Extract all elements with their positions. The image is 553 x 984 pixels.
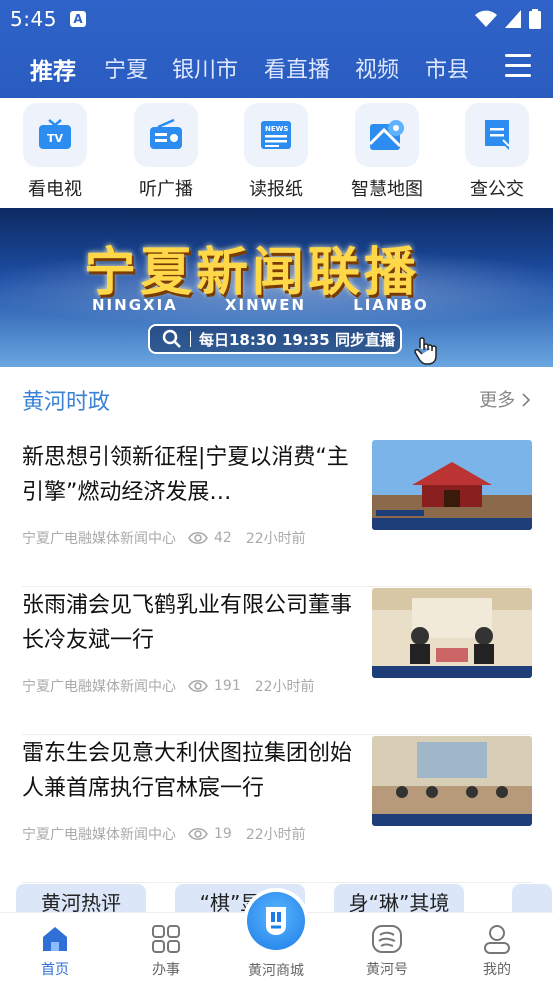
topic-card[interactable]: [512, 884, 552, 914]
news-views: 191: [214, 678, 241, 694]
news-source: 宁夏广电融媒体新闻中心: [22, 531, 176, 547]
banner-title: 宁夏新闻联播: [84, 243, 421, 303]
news-headline: 张雨浦会见飞鹤乳业有限公司董事长冷友斌一行: [22, 593, 353, 653]
news-time: 22小时前: [245, 531, 306, 547]
news-time: 22小时前: [245, 827, 306, 843]
news-source: 宁夏广电融媒体新闻中心: [22, 679, 176, 695]
tab-video[interactable]: 视频: [355, 52, 399, 84]
news-headline: 新思想引领新征程|宁夏以消费“主引擎”燃动经济发展…: [22, 445, 349, 505]
svg-text:NEWS: NEWS: [265, 125, 288, 133]
news-source: 宁夏广电融媒体新闻中心: [22, 827, 176, 843]
more-link[interactable]: 更多: [479, 386, 531, 412]
news-views: 19: [214, 826, 232, 842]
system-icons: [475, 9, 541, 29]
section-header: 黄河时政 更多: [0, 370, 553, 425]
menu-icon[interactable]: [505, 54, 531, 80]
quick-tv-label: 看电视: [28, 179, 82, 200]
section-title: 黄河时政: [22, 390, 111, 415]
newspaper-icon: NEWS: [244, 103, 308, 167]
battery-icon: [529, 9, 541, 29]
quick-map-label: 智慧地图: [351, 179, 423, 200]
news-thumbnail: [372, 736, 532, 826]
quick-map[interactable]: 智慧地图: [342, 103, 432, 201]
profile-icon: [484, 925, 510, 954]
news-meta: 宁夏广电融媒体新闻中心 42 22小时前: [22, 528, 306, 548]
bus-icon: [465, 103, 529, 167]
nav-home[interactable]: 首页: [15, 923, 95, 979]
news-item[interactable]: 雷东生会见意大利伏图拉集团创始人兼首席执行官林宸一行 宁夏广电融媒体新闻中心 1…: [22, 736, 532, 883]
news-meta: 宁夏广电融媒体新闻中心 19 22小时前: [22, 824, 306, 844]
eye-icon: [188, 679, 208, 693]
nav-services-label: 办事: [152, 962, 180, 978]
news-meta: 宁夏广电融媒体新闻中心 191 22小时前: [22, 676, 315, 696]
quick-tv[interactable]: TV 看电视: [10, 103, 100, 201]
nav-yellow-river-account[interactable]: 黄河号: [347, 923, 427, 979]
nav-yellow-river-account-label: 黄河号: [366, 962, 408, 978]
news-time: 22小时前: [254, 679, 315, 695]
channel-tabs: 推荐 宁夏 银川市 看直播 视频 市县: [0, 40, 553, 98]
tab-yinchuan[interactable]: 银川市: [172, 52, 238, 84]
map-icon: [355, 103, 419, 167]
tab-ningxia[interactable]: 宁夏: [104, 52, 148, 84]
topic-card[interactable]: 身“琳”其境: [334, 884, 464, 914]
nav-profile[interactable]: 我的: [457, 923, 537, 979]
quick-radio[interactable]: 听广播: [121, 103, 211, 201]
news-item[interactable]: 新思想引领新征程|宁夏以消费“主引擎”燃动经济发展… 宁夏广电融媒体新闻中心 4…: [22, 440, 532, 587]
news-item[interactable]: 张雨浦会见飞鹤乳业有限公司董事长冷友斌一行 宁夏广电融媒体新闻中心 191 22…: [22, 588, 532, 735]
nav-mall[interactable]: [247, 892, 305, 950]
mall-icon: [266, 907, 286, 935]
nav-mall-label: 黄河商城: [248, 963, 304, 979]
topic-card[interactable]: 黄河热评: [16, 884, 146, 914]
radio-icon: [134, 103, 198, 167]
tv-icon: TV: [23, 103, 87, 167]
status-time: 5:45: [10, 7, 57, 31]
eye-icon: [188, 827, 208, 841]
yellow-river-account-icon: [372, 925, 402, 953]
tab-counties[interactable]: 市县: [425, 52, 469, 84]
wifi-icon: [475, 10, 497, 27]
news-thumbnail: [372, 588, 532, 678]
banner-schedule-text: 每日18:30 19:35 同步直播: [199, 330, 395, 349]
svg-text:TV: TV: [47, 132, 64, 145]
quick-radio-label: 听广播: [139, 179, 193, 200]
home-icon: [43, 927, 67, 951]
status-bar: 5:45 A: [0, 0, 553, 40]
nav-profile-label: 我的: [483, 962, 511, 978]
nav-services[interactable]: 办事: [126, 923, 206, 979]
quick-newspaper-label: 读报纸: [249, 179, 303, 200]
search-icon: [162, 329, 181, 348]
notification-icon: A: [70, 11, 86, 27]
banner-ningxia-news[interactable]: 宁夏新闻联播 NINGXIA XINWEN LIANBO 每日18:30 19:…: [0, 208, 553, 367]
news-thumbnail: [372, 440, 532, 530]
quick-bus[interactable]: 查公交: [452, 103, 542, 201]
quick-newspaper[interactable]: NEWS 读报纸: [231, 103, 321, 201]
banner-pinyin: NINGXIA XINWEN LIANBO: [92, 296, 429, 314]
grid-icon: [152, 925, 180, 953]
nav-home-label: 首页: [41, 962, 69, 978]
banner-schedule: 每日18:30 19:35 同步直播: [148, 324, 402, 354]
hand-pointer-icon: [414, 337, 437, 365]
eye-icon: [188, 531, 208, 545]
signal-icon: [505, 10, 521, 28]
tab-recommend[interactable]: 推荐: [30, 52, 76, 86]
top-header: 5:45 A 推荐 宁夏 银川市 看直播 视频 市县: [0, 0, 553, 98]
news-headline: 雷东生会见意大利伏图拉集团创始人兼首席执行官林宸一行: [22, 741, 353, 801]
chevron-right-icon: [522, 393, 531, 407]
news-views: 42: [214, 530, 232, 546]
quick-bus-label: 查公交: [470, 179, 524, 200]
tab-live[interactable]: 看直播: [264, 52, 330, 84]
quick-entries: TV 看电视 听广播 NEWS 读报纸 智慧地图 查公交: [0, 98, 553, 208]
